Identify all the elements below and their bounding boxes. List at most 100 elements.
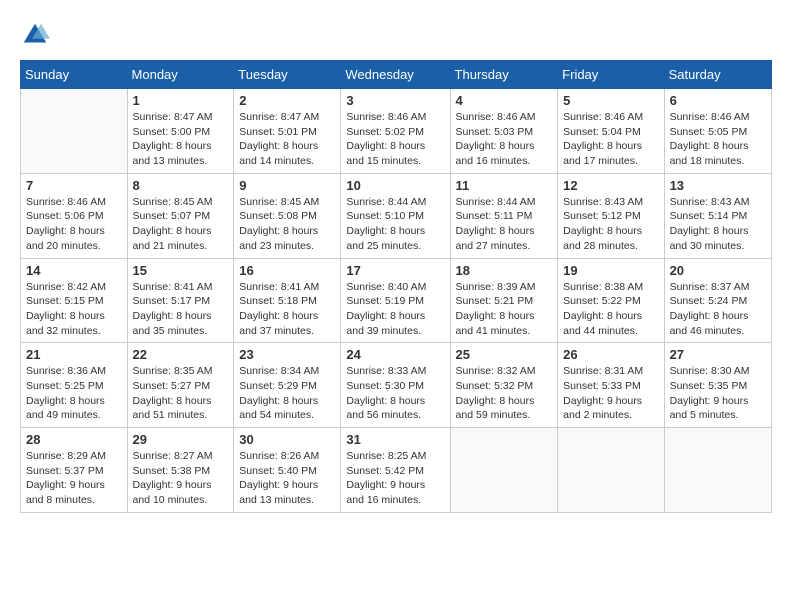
col-header-monday: Monday bbox=[127, 61, 234, 89]
day-number: 31 bbox=[346, 432, 444, 447]
calendar-cell: 18Sunrise: 8:39 AM Sunset: 5:21 PM Dayli… bbox=[450, 258, 558, 343]
calendar-table: SundayMondayTuesdayWednesdayThursdayFrid… bbox=[20, 60, 772, 513]
calendar-cell: 10Sunrise: 8:44 AM Sunset: 5:10 PM Dayli… bbox=[341, 173, 450, 258]
day-number: 28 bbox=[26, 432, 122, 447]
calendar-cell: 4 Sunrise: 8:46 AM Sunset: 5:03 PM Daylig… bbox=[450, 89, 558, 174]
day-number: 21 bbox=[26, 347, 122, 362]
page-header bbox=[20, 20, 772, 50]
day-number: 20 bbox=[670, 263, 766, 278]
day-info: Sunrise: 8:32 AM Sunset: 5:32 PM Dayligh… bbox=[456, 364, 553, 423]
calendar-cell: 7 Sunrise: 8:46 AM Sunset: 5:06 PM Daylig… bbox=[21, 173, 128, 258]
day-info: Sunrise: 8:30 AM Sunset: 5:35 PM Dayligh… bbox=[670, 364, 766, 423]
logo bbox=[20, 20, 54, 50]
col-header-friday: Friday bbox=[558, 61, 664, 89]
day-number: 29 bbox=[133, 432, 229, 447]
calendar-cell bbox=[450, 428, 558, 513]
calendar-week-row: 7 Sunrise: 8:46 AM Sunset: 5:06 PM Daylig… bbox=[21, 173, 772, 258]
day-number: 4 bbox=[456, 93, 553, 108]
calendar-cell: 16 Sunrise: 8:41 AM Sunset: 5:18 PM Dayli… bbox=[234, 258, 341, 343]
calendar-cell: 24 Sunrise: 8:33 AM Sunset: 5:30 PM Dayli… bbox=[341, 343, 450, 428]
calendar-cell: 22 Sunrise: 8:35 AM Sunset: 5:27 PM Dayli… bbox=[127, 343, 234, 428]
calendar-cell: 21 Sunrise: 8:36 AM Sunset: 5:25 PM Dayli… bbox=[21, 343, 128, 428]
day-number: 17 bbox=[346, 263, 444, 278]
day-info: Sunrise: 8:35 AM Sunset: 5:27 PM Dayligh… bbox=[133, 364, 229, 423]
day-number: 27 bbox=[670, 347, 766, 362]
day-info: Sunrise: 8:27 AM Sunset: 5:38 PM Dayligh… bbox=[133, 449, 229, 508]
day-number: 22 bbox=[133, 347, 229, 362]
day-number: 3 bbox=[346, 93, 444, 108]
calendar-week-row: 28 Sunrise: 8:29 AM Sunset: 5:37 PM Dayli… bbox=[21, 428, 772, 513]
calendar-cell bbox=[664, 428, 771, 513]
calendar-cell: 25Sunrise: 8:32 AM Sunset: 5:32 PM Dayli… bbox=[450, 343, 558, 428]
day-number: 16 bbox=[239, 263, 335, 278]
calendar-header-row: SundayMondayTuesdayWednesdayThursdayFrid… bbox=[21, 61, 772, 89]
col-header-tuesday: Tuesday bbox=[234, 61, 341, 89]
day-info: Sunrise: 8:47 AM Sunset: 5:01 PM Dayligh… bbox=[239, 110, 335, 169]
day-info: Sunrise: 8:34 AM Sunset: 5:29 PM Dayligh… bbox=[239, 364, 335, 423]
calendar-cell: 11 Sunrise: 8:44 AM Sunset: 5:11 PM Dayli… bbox=[450, 173, 558, 258]
col-header-sunday: Sunday bbox=[21, 61, 128, 89]
calendar-cell: 19 Sunrise: 8:38 AM Sunset: 5:22 PM Dayli… bbox=[558, 258, 664, 343]
day-info: Sunrise: 8:29 AM Sunset: 5:37 PM Dayligh… bbox=[26, 449, 122, 508]
calendar-cell: 30 Sunrise: 8:26 AM Sunset: 5:40 PM Dayli… bbox=[234, 428, 341, 513]
calendar-cell: 14Sunrise: 8:42 AM Sunset: 5:15 PM Dayli… bbox=[21, 258, 128, 343]
calendar-cell bbox=[558, 428, 664, 513]
calendar-cell: 31 Sunrise: 8:25 AM Sunset: 5:42 PM Dayli… bbox=[341, 428, 450, 513]
calendar-cell: 3 Sunrise: 8:46 AM Sunset: 5:02 PM Daylig… bbox=[341, 89, 450, 174]
day-info: Sunrise: 8:43 AM Sunset: 5:14 PM Dayligh… bbox=[670, 195, 766, 254]
calendar-cell: 2 Sunrise: 8:47 AM Sunset: 5:01 PM Daylig… bbox=[234, 89, 341, 174]
day-number: 15 bbox=[133, 263, 229, 278]
day-number: 6 bbox=[670, 93, 766, 108]
day-number: 7 bbox=[26, 178, 122, 193]
day-info: Sunrise: 8:33 AM Sunset: 5:30 PM Dayligh… bbox=[346, 364, 444, 423]
day-number: 1 bbox=[133, 93, 229, 108]
calendar-cell: 20 Sunrise: 8:37 AM Sunset: 5:24 PM Dayli… bbox=[664, 258, 771, 343]
day-number: 24 bbox=[346, 347, 444, 362]
day-info: Sunrise: 8:42 AM Sunset: 5:15 PM Dayligh… bbox=[26, 280, 122, 339]
day-info: Sunrise: 8:26 AM Sunset: 5:40 PM Dayligh… bbox=[239, 449, 335, 508]
day-info: Sunrise: 8:46 AM Sunset: 5:02 PM Dayligh… bbox=[346, 110, 444, 169]
day-info: Sunrise: 8:31 AM Sunset: 5:33 PM Dayligh… bbox=[563, 364, 658, 423]
day-number: 9 bbox=[239, 178, 335, 193]
day-info: Sunrise: 8:44 AM Sunset: 5:11 PM Dayligh… bbox=[456, 195, 553, 254]
calendar-cell: 27 Sunrise: 8:30 AM Sunset: 5:35 PM Dayli… bbox=[664, 343, 771, 428]
day-number: 10 bbox=[346, 178, 444, 193]
day-info: Sunrise: 8:46 AM Sunset: 5:04 PM Dayligh… bbox=[563, 110, 658, 169]
calendar-cell: 13 Sunrise: 8:43 AM Sunset: 5:14 PM Dayli… bbox=[664, 173, 771, 258]
day-info: Sunrise: 8:45 AM Sunset: 5:08 PM Dayligh… bbox=[239, 195, 335, 254]
day-info: Sunrise: 8:41 AM Sunset: 5:17 PM Dayligh… bbox=[133, 280, 229, 339]
day-info: Sunrise: 8:47 AM Sunset: 5:00 PM Dayligh… bbox=[133, 110, 229, 169]
day-info: Sunrise: 8:38 AM Sunset: 5:22 PM Dayligh… bbox=[563, 280, 658, 339]
day-info: Sunrise: 8:41 AM Sunset: 5:18 PM Dayligh… bbox=[239, 280, 335, 339]
day-info: Sunrise: 8:36 AM Sunset: 5:25 PM Dayligh… bbox=[26, 364, 122, 423]
day-info: Sunrise: 8:37 AM Sunset: 5:24 PM Dayligh… bbox=[670, 280, 766, 339]
day-info: Sunrise: 8:25 AM Sunset: 5:42 PM Dayligh… bbox=[346, 449, 444, 508]
calendar-cell: 29 Sunrise: 8:27 AM Sunset: 5:38 PM Dayli… bbox=[127, 428, 234, 513]
calendar-week-row: 1 Sunrise: 8:47 AM Sunset: 5:00 PM Daylig… bbox=[21, 89, 772, 174]
calendar-week-row: 21 Sunrise: 8:36 AM Sunset: 5:25 PM Dayli… bbox=[21, 343, 772, 428]
day-info: Sunrise: 8:46 AM Sunset: 5:05 PM Dayligh… bbox=[670, 110, 766, 169]
calendar-cell: 15 Sunrise: 8:41 AM Sunset: 5:17 PM Dayli… bbox=[127, 258, 234, 343]
day-info: Sunrise: 8:46 AM Sunset: 5:03 PM Dayligh… bbox=[456, 110, 553, 169]
day-info: Sunrise: 8:39 AM Sunset: 5:21 PM Dayligh… bbox=[456, 280, 553, 339]
calendar-cell: 9 Sunrise: 8:45 AM Sunset: 5:08 PM Daylig… bbox=[234, 173, 341, 258]
calendar-week-row: 14Sunrise: 8:42 AM Sunset: 5:15 PM Dayli… bbox=[21, 258, 772, 343]
day-number: 26 bbox=[563, 347, 658, 362]
day-number: 12 bbox=[563, 178, 658, 193]
calendar-cell: 23Sunrise: 8:34 AM Sunset: 5:29 PM Dayli… bbox=[234, 343, 341, 428]
col-header-saturday: Saturday bbox=[664, 61, 771, 89]
day-number: 13 bbox=[670, 178, 766, 193]
day-number: 11 bbox=[456, 178, 553, 193]
calendar-cell: 6 Sunrise: 8:46 AM Sunset: 5:05 PM Daylig… bbox=[664, 89, 771, 174]
col-header-wednesday: Wednesday bbox=[341, 61, 450, 89]
day-number: 30 bbox=[239, 432, 335, 447]
calendar-cell: 17 Sunrise: 8:40 AM Sunset: 5:19 PM Dayli… bbox=[341, 258, 450, 343]
day-info: Sunrise: 8:40 AM Sunset: 5:19 PM Dayligh… bbox=[346, 280, 444, 339]
calendar-cell bbox=[21, 89, 128, 174]
day-number: 19 bbox=[563, 263, 658, 278]
calendar-cell: 5Sunrise: 8:46 AM Sunset: 5:04 PM Daylig… bbox=[558, 89, 664, 174]
day-number: 2 bbox=[239, 93, 335, 108]
calendar-cell: 8Sunrise: 8:45 AM Sunset: 5:07 PM Daylig… bbox=[127, 173, 234, 258]
day-info: Sunrise: 8:46 AM Sunset: 5:06 PM Dayligh… bbox=[26, 195, 122, 254]
calendar-cell: 28 Sunrise: 8:29 AM Sunset: 5:37 PM Dayli… bbox=[21, 428, 128, 513]
